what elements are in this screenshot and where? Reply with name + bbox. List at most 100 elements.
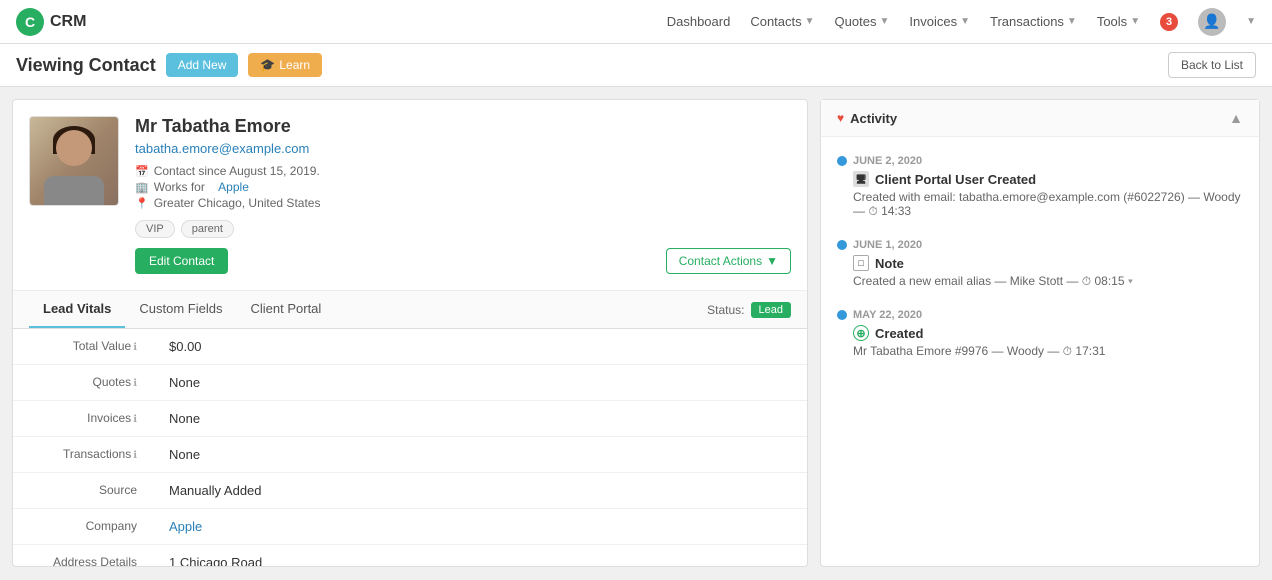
table-row: Address Details 1 Chicago Road Chicago C…: [13, 545, 807, 567]
company-link[interactable]: Apple: [218, 180, 249, 194]
main-layout: Mr Tabatha Emore tabatha.emore@example.c…: [0, 87, 1272, 579]
invoices-chevron: ▼: [960, 16, 970, 27]
contact-email[interactable]: tabatha.emore@example.com: [135, 141, 650, 156]
tag-parent: parent: [181, 220, 234, 238]
add-new-button[interactable]: Add New: [166, 53, 239, 77]
company-label: Company: [13, 509, 153, 545]
actions-chevron-icon: ▼: [766, 254, 778, 268]
clock-icon-1: ⏱: [868, 204, 877, 218]
tab-status: Status: Lead: [707, 294, 791, 326]
contact-name: Mr Tabatha Emore: [135, 116, 650, 137]
quotes-chevron: ▼: [879, 16, 889, 27]
table-row: Total Valueℹ $0.00: [13, 329, 807, 365]
status-badge: Lead: [751, 302, 791, 318]
activity-date-1: June 2, 2020: [837, 155, 1243, 167]
meta-location: 📍 Greater Chicago, United States: [135, 196, 650, 210]
contact-since: Contact since August 15, 2019.: [154, 164, 320, 178]
user-avatar[interactable]: 👤: [1198, 8, 1226, 36]
tag-vip: VIP: [135, 220, 175, 238]
works-for-label: Works for: [154, 180, 205, 194]
brand-name: CRM: [50, 13, 86, 31]
company-vitals-link[interactable]: Apple: [169, 519, 202, 534]
table-row: Source Manually Added: [13, 473, 807, 509]
activity-panel: ♥ Activity ▲ June 2, 2020 🖥 Client Porta…: [820, 99, 1260, 567]
contact-actions-button[interactable]: Contact Actions ▼: [666, 248, 791, 274]
transactions-chevron: ▼: [1067, 16, 1077, 27]
collapse-icon[interactable]: ▲: [1229, 110, 1243, 126]
building-icon: 🏢: [135, 181, 149, 194]
back-to-list-button[interactable]: Back to List: [1168, 52, 1256, 78]
table-row: Company Apple: [13, 509, 807, 545]
learn-button[interactable]: 🎓 Learn: [248, 53, 322, 77]
invoices-value: None: [153, 401, 807, 437]
activity-desc-3: Mr Tabatha Emore #9976 — Woody — ⏱ 17:31: [853, 344, 1243, 359]
invoices-label: Invoicesℹ: [13, 401, 153, 437]
vitals-table: Total Valueℹ $0.00 Quotesℹ None Invoices…: [13, 329, 807, 566]
contact-location: Greater Chicago, United States: [154, 196, 321, 210]
tab-client-portal[interactable]: Client Portal: [236, 291, 335, 328]
activity-event-1: 🖥 Client Portal User Created: [853, 171, 1243, 187]
tools-chevron: ▼: [1130, 16, 1140, 27]
left-panel: Mr Tabatha Emore tabatha.emore@example.c…: [12, 99, 808, 567]
heart-icon: ♥: [837, 111, 844, 125]
activity-list: June 2, 2020 🖥 Client Portal User Create…: [821, 137, 1259, 566]
activity-title: ♥ Activity: [837, 111, 897, 126]
created-icon: ⊕: [853, 325, 869, 341]
page-header: Viewing Contact Add New 🎓 Learn Back to …: [0, 44, 1272, 87]
table-row: Invoicesℹ None: [13, 401, 807, 437]
nav-dashboard[interactable]: Dashboard: [667, 14, 731, 29]
tab-custom-fields[interactable]: Custom Fields: [125, 291, 236, 328]
date-dot-1: [837, 156, 847, 166]
total-value-label: Total Valueℹ: [13, 329, 153, 365]
nav-quotes[interactable]: Quotes ▼: [835, 14, 890, 29]
activity-header: ♥ Activity ▲: [821, 100, 1259, 137]
expand-icon[interactable]: ▾: [1128, 274, 1133, 288]
date-dot-2: [837, 240, 847, 250]
activity-event-3: ⊕ Created: [853, 325, 1243, 341]
table-row: Quotesℹ None: [13, 365, 807, 401]
contact-avatar: [29, 116, 119, 206]
nav-tools[interactable]: Tools ▼: [1097, 14, 1140, 29]
contact-meta: 📅 Contact since August 15, 2019. 🏢 Works…: [135, 164, 650, 210]
nav-contacts[interactable]: Contacts ▼: [750, 14, 814, 29]
activity-desc-1: Created with email: tabatha.emore@exampl…: [853, 190, 1243, 219]
clock-icon-3: ⏱: [1063, 344, 1072, 358]
clock-icon-2: ⏱: [1082, 274, 1091, 288]
note-icon: □: [853, 255, 869, 271]
nav-links: Dashboard Contacts ▼ Quotes ▼ Invoices ▼…: [667, 8, 1256, 36]
brand-icon: C: [16, 8, 44, 36]
contacts-chevron: ▼: [805, 16, 815, 27]
meta-company: 🏢 Works for Apple: [135, 180, 650, 194]
avatar-head: [56, 130, 92, 166]
portal-icon: 🖥: [853, 171, 869, 187]
source-label: Source: [13, 473, 153, 509]
activity-desc-2: Created a new email alias — Mike Stott —…: [853, 274, 1243, 289]
source-value: Manually Added: [153, 473, 807, 509]
contact-header: Mr Tabatha Emore tabatha.emore@example.c…: [13, 100, 807, 291]
location-icon: 📍: [135, 197, 149, 210]
company-value: Apple: [153, 509, 807, 545]
contact-info: Mr Tabatha Emore tabatha.emore@example.c…: [135, 116, 650, 274]
brand: C CRM: [16, 8, 86, 36]
activity-date-2: June 1, 2020: [837, 239, 1243, 251]
activity-event-2: □ Note: [853, 255, 1243, 271]
nav-invoices[interactable]: Invoices ▼: [909, 14, 970, 29]
info-icon: ℹ: [133, 450, 137, 461]
info-icon: ℹ: [133, 378, 137, 389]
address-value: 1 Chicago Road Chicago Close Chicago Gre…: [153, 545, 807, 567]
quotes-label: Quotesℹ: [13, 365, 153, 401]
user-menu-chevron: ▼: [1246, 16, 1256, 27]
info-icon: ℹ: [133, 414, 137, 425]
address-label: Address Details: [13, 545, 153, 567]
list-item: June 1, 2020 □ Note Created a new email …: [821, 229, 1259, 299]
transactions-label: Transactionsℹ: [13, 437, 153, 473]
avatar-body: [44, 176, 104, 206]
nav-transactions[interactable]: Transactions ▼: [990, 14, 1077, 29]
calendar-icon: 📅: [135, 165, 149, 178]
notification-badge[interactable]: 3: [1160, 13, 1178, 31]
tabs-bar: Lead Vitals Custom Fields Client Portal …: [13, 291, 807, 329]
tab-lead-vitals[interactable]: Lead Vitals: [29, 291, 125, 328]
page-title: Viewing Contact: [16, 55, 156, 76]
navbar: C CRM Dashboard Contacts ▼ Quotes ▼ Invo…: [0, 0, 1272, 44]
edit-contact-button[interactable]: Edit Contact: [135, 248, 228, 274]
